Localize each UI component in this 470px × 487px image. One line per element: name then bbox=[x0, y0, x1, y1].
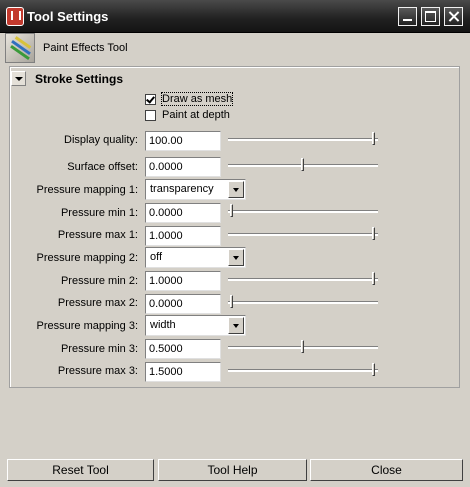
pressure-min-3-field[interactable]: 0.5000 bbox=[145, 339, 221, 359]
pressure-mapping-2-label: Pressure mapping 2: bbox=[36, 252, 139, 264]
reset-tool-button[interactable]: Reset Tool bbox=[7, 459, 154, 481]
pressure-min-1-slider[interactable] bbox=[228, 204, 378, 218]
chevron-down-icon[interactable] bbox=[228, 181, 244, 198]
pressure-mapping-2-dropdown[interactable]: off bbox=[145, 247, 246, 268]
collapse-arrow-icon[interactable] bbox=[11, 71, 26, 86]
pressure-max-1-field[interactable]: 1.0000 bbox=[145, 226, 221, 246]
chevron-down-icon[interactable] bbox=[228, 317, 244, 334]
pressure-min-3-label: Pressure min 3: bbox=[60, 343, 138, 355]
pressure-max-3-slider[interactable] bbox=[228, 363, 378, 377]
window-title: Tool Settings bbox=[27, 9, 109, 24]
pressure-mapping-3-label: Pressure mapping 3: bbox=[36, 320, 139, 332]
maximize-icon[interactable] bbox=[421, 7, 440, 26]
surface-offset-label: Surface offset: bbox=[67, 161, 138, 173]
paint-effects-icon bbox=[5, 33, 35, 63]
pressure-min-2-label: Pressure min 2: bbox=[60, 275, 138, 287]
pressure-max-2-field[interactable]: 0.0000 bbox=[145, 294, 221, 314]
pressure-mapping-3-value: width bbox=[150, 319, 176, 331]
display-quality-slider[interactable] bbox=[228, 132, 378, 146]
display-quality-field[interactable]: 100.00 bbox=[145, 131, 221, 151]
pressure-max-2-slider[interactable] bbox=[228, 295, 378, 309]
pressure-min-1-label: Pressure min 1: bbox=[60, 207, 138, 219]
close-button[interactable]: Close bbox=[310, 459, 463, 481]
pressure-max-2-label: Pressure max 2: bbox=[57, 297, 138, 309]
paint-at-depth-label[interactable]: Paint at depth bbox=[162, 109, 230, 121]
chevron-down-icon[interactable] bbox=[228, 249, 244, 266]
pressure-min-2-field[interactable]: 1.0000 bbox=[145, 271, 221, 291]
pressure-min-1-field[interactable]: 0.0000 bbox=[145, 203, 221, 223]
pressure-max-3-label: Pressure max 3: bbox=[57, 365, 138, 377]
pressure-mapping-1-value: transparency bbox=[150, 183, 214, 195]
pressure-min-3-slider[interactable] bbox=[228, 340, 378, 354]
draw-as-mesh-label[interactable]: Draw as mesh bbox=[160, 92, 234, 106]
maya-app-icon[interactable] bbox=[6, 7, 24, 26]
pressure-mapping-1-label: Pressure mapping 1: bbox=[36, 184, 139, 196]
minimize-icon[interactable] bbox=[398, 7, 417, 26]
draw-as-mesh-checkbox[interactable] bbox=[145, 94, 156, 105]
close-icon[interactable] bbox=[444, 7, 463, 26]
surface-offset-field[interactable]: 0.0000 bbox=[145, 157, 221, 177]
section-title: Stroke Settings bbox=[35, 72, 124, 86]
tool-name: Paint Effects Tool bbox=[43, 42, 128, 54]
surface-offset-slider[interactable] bbox=[228, 158, 378, 172]
pressure-max-1-label: Pressure max 1: bbox=[57, 229, 138, 241]
pressure-max-1-slider[interactable] bbox=[228, 227, 378, 241]
pressure-max-3-field[interactable]: 1.5000 bbox=[145, 362, 221, 382]
tool-help-button[interactable]: Tool Help bbox=[158, 459, 307, 481]
title-bar[interactable]: Tool Settings bbox=[0, 0, 470, 33]
display-quality-label: Display quality: bbox=[64, 134, 138, 146]
pressure-mapping-1-dropdown[interactable]: transparency bbox=[145, 179, 246, 200]
paint-at-depth-checkbox[interactable] bbox=[145, 110, 156, 121]
pressure-mapping-2-value: off bbox=[150, 251, 163, 263]
pressure-min-2-slider[interactable] bbox=[228, 272, 378, 286]
pressure-mapping-3-dropdown[interactable]: width bbox=[145, 315, 246, 336]
